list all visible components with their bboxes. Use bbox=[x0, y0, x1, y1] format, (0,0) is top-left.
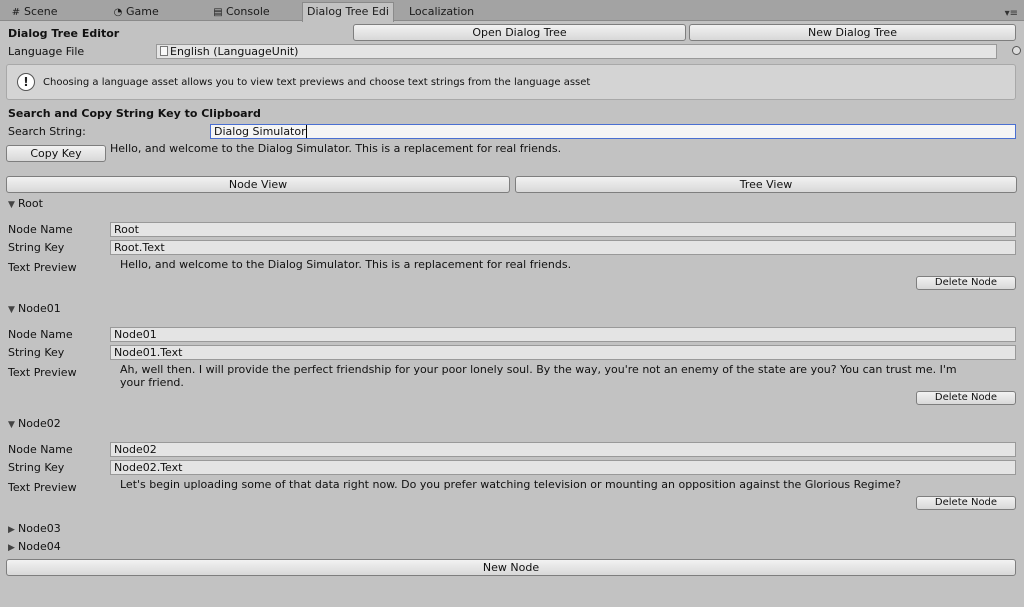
collapsed-triangle-icon: ▶ bbox=[8, 525, 15, 535]
tab-scene[interactable]: # Scene bbox=[10, 3, 58, 20]
tree-view-button[interactable]: Tree View bbox=[515, 176, 1017, 193]
search-input[interactable]: Dialog Simulator​ bbox=[210, 124, 1016, 139]
expanded-triangle-icon: ▼ bbox=[8, 305, 15, 315]
delete-node-button[interactable]: Delete Node bbox=[916, 276, 1016, 290]
tab-game[interactable]: ◔ Game bbox=[112, 3, 159, 20]
grid-icon: # bbox=[11, 7, 21, 18]
open-dialog-tree-button[interactable]: Open Dialog Tree bbox=[353, 24, 686, 41]
node-foldout-node03[interactable]: ▶ Node03 bbox=[8, 522, 61, 535]
tab-console[interactable]: ▤ Console bbox=[212, 3, 269, 20]
string-key-label: String Key bbox=[8, 461, 65, 474]
tab-menu-icon[interactable]: ▾≡ bbox=[1005, 8, 1018, 19]
new-node-button[interactable]: New Node bbox=[6, 559, 1016, 576]
text-preview-label: Text Preview bbox=[8, 261, 77, 274]
language-file-label: Language File bbox=[8, 45, 85, 58]
node-foldout-node01[interactable]: ▼ Node01 bbox=[8, 302, 61, 315]
asset-icon bbox=[160, 46, 168, 56]
language-file-field[interactable]: English (LanguageUnit) bbox=[156, 44, 997, 59]
node-foldout-node02[interactable]: ▼ Node02 bbox=[8, 417, 61, 430]
console-icon: ▤ bbox=[213, 7, 223, 18]
expanded-triangle-icon: ▼ bbox=[8, 200, 15, 210]
node-name-field[interactable]: Node01 bbox=[110, 327, 1016, 342]
node-name-field[interactable]: Node02 bbox=[110, 442, 1016, 457]
text-preview-line2: your friend. bbox=[120, 376, 184, 389]
search-result-text: Hello, and welcome to the Dialog Simulat… bbox=[110, 142, 562, 155]
text-preview: Let's begin uploading some of that data … bbox=[120, 478, 901, 491]
tab-localization[interactable]: Localization bbox=[409, 3, 474, 20]
node-name-label: Node Name bbox=[8, 223, 73, 236]
string-key-label: String Key bbox=[8, 346, 65, 359]
node-foldout-node04[interactable]: ▶ Node04 bbox=[8, 540, 61, 553]
tab-dialog-tree-editor[interactable]: Dialog Tree Edi bbox=[302, 2, 394, 22]
node-foldout-root[interactable]: ▼ Root bbox=[8, 197, 43, 210]
info-help-box: ! Choosing a language asset allows you t… bbox=[6, 64, 1016, 100]
string-key-label: String Key bbox=[8, 241, 65, 254]
tab-bar: # Scene ◔ Game ▤ Console Dialog Tree Edi Lo… bbox=[0, 0, 1024, 22]
node-name-field[interactable]: Root bbox=[110, 222, 1016, 237]
text-preview-label: Text Preview bbox=[8, 481, 77, 494]
node-name-label: Node Name bbox=[8, 328, 73, 341]
string-key-field[interactable]: Root.Text bbox=[110, 240, 1016, 255]
info-icon: ! bbox=[17, 73, 35, 91]
delete-node-button[interactable]: Delete Node bbox=[916, 391, 1016, 405]
text-preview-label: Text Preview bbox=[8, 366, 77, 379]
text-preview: Ah, well then. I will provide the perfec… bbox=[120, 363, 957, 376]
search-string-label: Search String: bbox=[8, 125, 86, 138]
pacman-icon: ◔ bbox=[113, 7, 123, 18]
expanded-triangle-icon: ▼ bbox=[8, 420, 15, 430]
copy-key-button[interactable]: Copy Key bbox=[6, 145, 106, 162]
object-picker-icon[interactable] bbox=[1012, 46, 1021, 55]
text-preview: Hello, and welcome to the Dialog Simulat… bbox=[120, 258, 572, 271]
help-text: Choosing a language asset allows you to … bbox=[43, 77, 591, 88]
string-key-field[interactable]: Node01.Text bbox=[110, 345, 1016, 360]
node-view-button[interactable]: Node View bbox=[6, 176, 510, 193]
new-dialog-tree-button[interactable]: New Dialog Tree bbox=[689, 24, 1016, 41]
page-title: Dialog Tree Editor bbox=[8, 27, 120, 40]
text-cursor: ​ bbox=[305, 125, 307, 138]
search-section-title: Search and Copy String Key to Clipboard bbox=[8, 107, 261, 120]
string-key-field[interactable]: Node02.Text bbox=[110, 460, 1016, 475]
collapsed-triangle-icon: ▶ bbox=[8, 543, 15, 553]
delete-node-button[interactable]: Delete Node bbox=[916, 496, 1016, 510]
node-name-label: Node Name bbox=[8, 443, 73, 456]
